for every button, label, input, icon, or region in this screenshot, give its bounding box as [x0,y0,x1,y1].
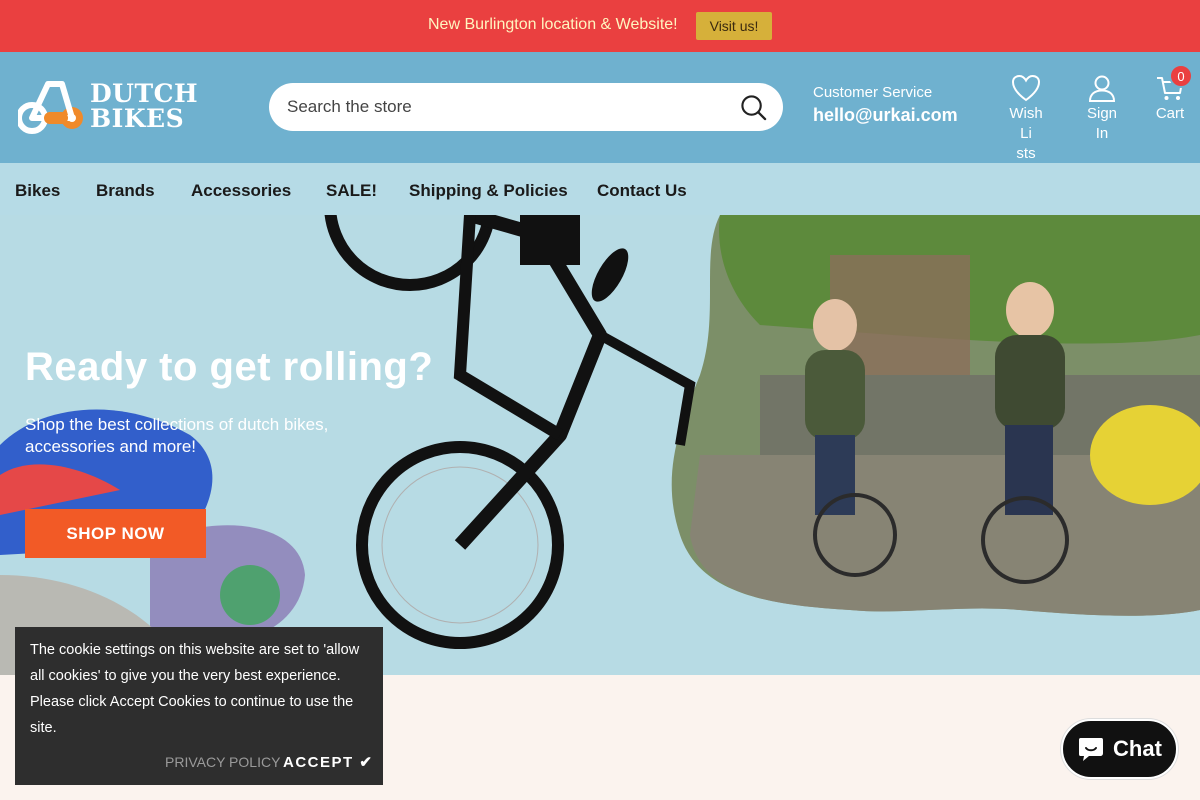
logo-text-line1: DUTCH [90,79,199,108]
nav-item-brands[interactable]: Brands [96,181,155,201]
wishlist-link[interactable]: Wish Li sts [1002,74,1050,164]
announcement-text: New Burlington location & Website! [428,16,678,33]
chat-label: Chat [1113,736,1162,761]
wishlist-label-line2: sts [1016,145,1036,162]
search-input[interactable] [287,93,727,121]
accept-cookies-button[interactable]: ACCEPT ✔ [283,753,373,771]
nav-item-contact-us[interactable]: Contact Us [597,181,687,201]
customer-service-email[interactable]: hello@urkai.com [813,105,958,126]
signin-link[interactable]: Sign In [1084,74,1120,144]
main-nav: Bikes Brands Accessories SALE! Shipping … [0,163,1200,215]
site-logo[interactable]: DUTCH BIKES [18,74,213,138]
visit-us-button[interactable]: Visit us! [696,12,772,40]
shop-now-button[interactable]: SHOP NOW [25,509,206,558]
search-icon[interactable] [740,94,767,121]
nav-item-accessories[interactable]: Accessories [191,181,291,201]
hero-title: Ready to get rolling? [25,345,434,389]
announcement-bar: New Burlington location & Website! Visit… [0,0,1200,52]
bike-chain-logo-icon [18,81,83,134]
cookie-message: The cookie settings on this website are … [30,642,360,736]
search-bar [269,83,783,131]
customer-service: Customer Service hello@urkai.com [813,84,958,126]
customer-service-label: Customer Service [813,84,933,101]
cookie-banner: The cookie settings on this website are … [15,627,383,785]
hero-subtitle: Shop the best collections of dutch bikes… [25,415,329,456]
wishlist-label-line1: Wish Li [1009,105,1043,142]
nav-item-bikes[interactable]: Bikes [15,181,60,201]
heart-icon [1011,74,1041,102]
signin-label-line1: Sign [1086,105,1118,122]
site-header: DUTCH BIKES Customer Service hello@urkai… [0,52,1200,163]
chat-button[interactable]: Chat [1061,719,1178,779]
nav-item-sale[interactable]: SALE! [326,181,377,201]
logo-text-line2: BIKES [90,104,185,133]
cart-label: Cart [1155,105,1185,122]
cart-count-badge: 0 [1169,64,1193,88]
hero-banner: Ready to get rolling? Shop the best coll… [0,215,1200,675]
signin-label-line2: In [1095,125,1109,142]
nav-item-shipping-policies[interactable]: Shipping & Policies [409,181,568,201]
privacy-policy-link[interactable]: PRIVACY POLICY [165,754,280,770]
user-icon [1088,75,1116,102]
chat-bubble-icon [1079,738,1104,761]
